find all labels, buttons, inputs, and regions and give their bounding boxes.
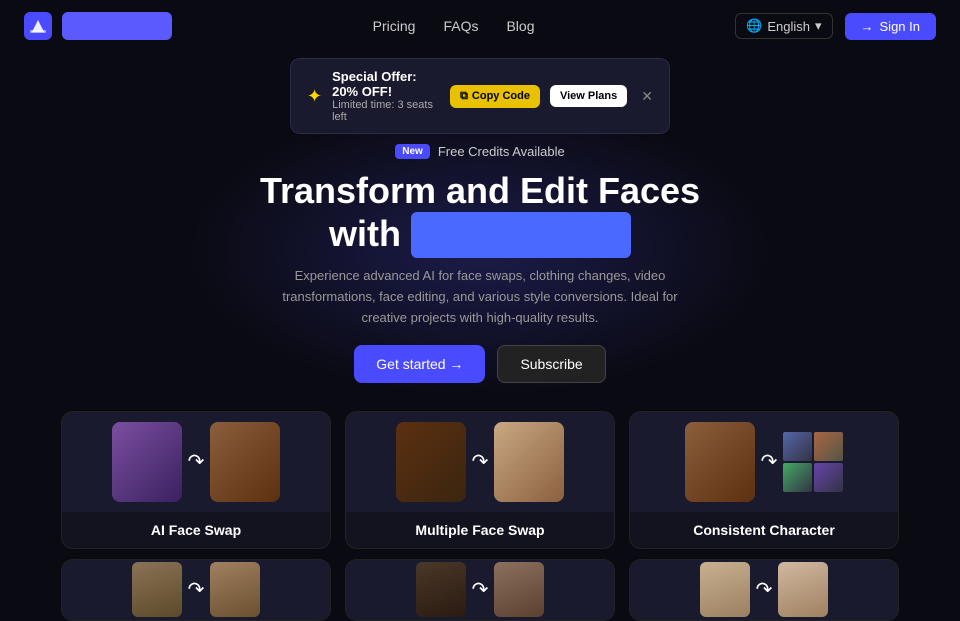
card-image-area: ↷	[346, 412, 614, 512]
signin-icon: →	[861, 19, 874, 34]
face-pair: ↷	[677, 422, 852, 502]
hero-subtitle: Experience advanced AI for face swaps, c…	[270, 266, 690, 328]
nav-faqs[interactable]: FAQs	[443, 18, 478, 34]
nav-pricing[interactable]: Pricing	[373, 18, 416, 34]
grid-cell	[814, 432, 843, 461]
arrow-icon: ↷	[761, 449, 778, 474]
cards-row-2: ↷ ↷ ↷	[40, 559, 920, 621]
face-after	[494, 562, 544, 617]
card-row2-2[interactable]: ↷	[345, 559, 615, 621]
face-before	[685, 422, 755, 502]
lang-label: English	[767, 19, 810, 34]
chevron-down-icon: ▾	[815, 18, 822, 34]
cards-row-1: ↷ AI Face Swap ↷ Multiple Face Swap	[40, 411, 920, 549]
arrow-icon: ↷	[472, 449, 489, 474]
nav-left	[24, 12, 172, 40]
signin-label: Sign In	[880, 19, 920, 34]
new-badge: New	[395, 144, 430, 159]
face-after	[210, 422, 280, 502]
card-label: Consistent Character	[630, 512, 898, 548]
face-pair: ↷	[388, 422, 573, 502]
face-after	[210, 562, 260, 617]
face-after	[494, 422, 564, 502]
face-pair: ↷	[104, 422, 289, 502]
arrow-icon: ↷	[188, 577, 205, 602]
badge-row: New Free Credits Available	[20, 144, 940, 159]
card-image-area: ↷	[62, 560, 330, 620]
face-before	[416, 562, 466, 617]
globe-icon: 🌐	[746, 18, 762, 34]
face-after	[778, 562, 828, 617]
face-pair: ↷	[124, 562, 269, 617]
close-icon[interactable]: ✕	[641, 88, 653, 105]
hero-buttons: Get started → Subscribe	[20, 345, 940, 383]
arrow-icon: ↷	[756, 577, 773, 602]
get-started-button[interactable]: Get started →	[354, 345, 485, 383]
nav-right: 🌐 English ▾ → Sign In	[735, 13, 936, 40]
face-pair: ↷	[408, 562, 553, 617]
nav-center: Pricing FAQs Blog	[373, 18, 535, 34]
language-selector[interactable]: 🌐 English ▾	[735, 13, 832, 39]
face-before	[396, 422, 466, 502]
free-credits-text: Free Credits Available	[438, 144, 565, 159]
view-plans-button[interactable]: View Plans	[550, 85, 627, 107]
signin-button[interactable]: → Sign In	[845, 13, 936, 40]
copy-icon: ⧉	[460, 90, 468, 103]
hero-title-line2: with	[20, 212, 940, 258]
subscribe-button[interactable]: Subscribe	[497, 345, 605, 383]
card-row2-3[interactable]: ↷	[629, 559, 899, 621]
hero-highlight	[411, 212, 631, 258]
arrow-icon: ↷	[188, 449, 205, 474]
card-image-area: ↷	[62, 412, 330, 512]
card-image-area: ↷	[630, 412, 898, 512]
grid-cell	[783, 463, 812, 492]
copy-code-button[interactable]: ⧉ Copy Code	[450, 85, 540, 108]
arrow-icon: ↷	[472, 577, 489, 602]
card-multiple-face-swap[interactable]: ↷ Multiple Face Swap	[345, 411, 615, 549]
face-before	[132, 562, 182, 617]
logo-text	[62, 12, 172, 40]
card-row2-1[interactable]: ↷	[61, 559, 331, 621]
banner-offer-subtitle: Limited time: 3 seats left	[332, 99, 440, 123]
grid-cell	[783, 432, 812, 461]
nav-blog[interactable]: Blog	[506, 18, 534, 34]
hero-title-line1: Transform and Edit Faces	[20, 169, 940, 212]
copy-label: Copy Code	[472, 90, 530, 102]
hero-title: Transform and Edit Faces with	[20, 169, 940, 258]
banner-offer-title: Special Offer: 20% OFF!	[332, 69, 440, 99]
promo-banner: ✦ Special Offer: 20% OFF! Limited time: …	[290, 58, 670, 134]
card-label: Multiple Face Swap	[346, 512, 614, 548]
banner-text-block: Special Offer: 20% OFF! Limited time: 3 …	[332, 69, 440, 123]
face-before	[700, 562, 750, 617]
face-grid	[783, 432, 843, 492]
card-consistent-character[interactable]: ↷ Consistent Character	[629, 411, 899, 549]
grid-cell	[814, 463, 843, 492]
card-label: AI Face Swap	[62, 512, 330, 548]
navbar: Pricing FAQs Blog 🌐 English ▾ → Sign In	[0, 0, 960, 52]
card-ai-face-swap[interactable]: ↷ AI Face Swap	[61, 411, 331, 549]
card-image-area: ↷	[346, 560, 614, 620]
face-pair: ↷	[692, 562, 837, 617]
logo-icon	[24, 12, 52, 40]
card-image-area: ↷	[630, 560, 898, 620]
hero-section: New Free Credits Available Transform and…	[0, 134, 960, 411]
face-before	[112, 422, 182, 502]
star-icon: ✦	[307, 86, 322, 107]
cards-section: ↷ AI Face Swap ↷ Multiple Face Swap	[0, 411, 960, 621]
